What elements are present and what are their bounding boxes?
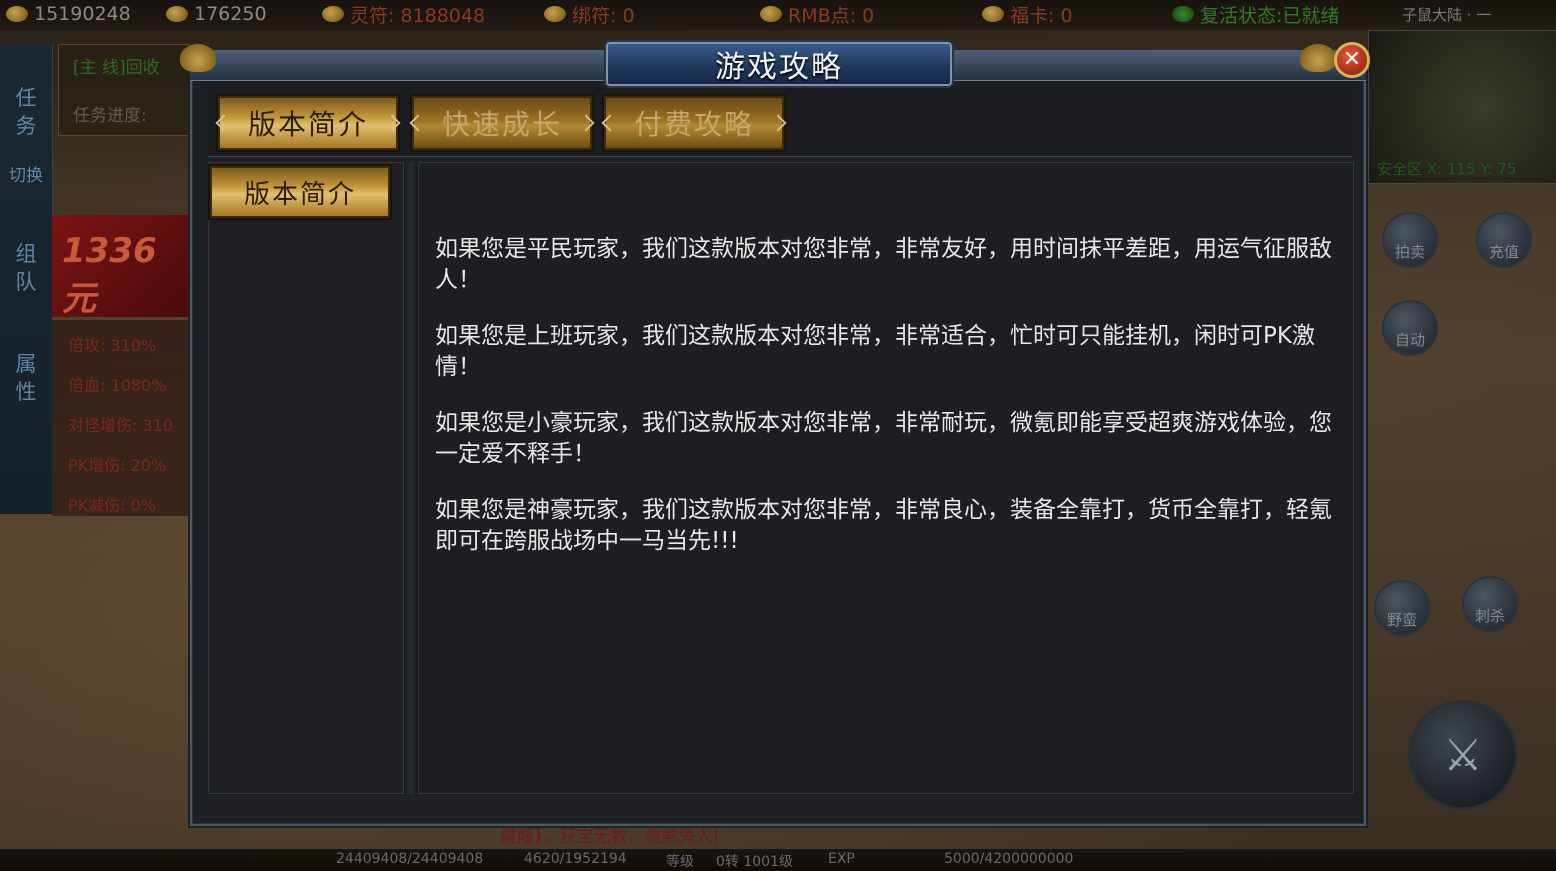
- hp-value: 24409408/24409408: [336, 851, 484, 867]
- side-menu: [208, 162, 404, 794]
- close-button[interactable]: ✕: [1334, 42, 1370, 78]
- auto-button[interactable]: 自动: [1382, 300, 1438, 356]
- lingfu-icon: [322, 6, 344, 22]
- corner-ornament-icon: [180, 44, 216, 72]
- fuka-icon: [982, 6, 1004, 22]
- side-item-version-intro[interactable]: 版本简介: [210, 166, 390, 218]
- ingot-icon: [166, 6, 188, 22]
- bottom-status-bar: 24409408/24409408 4620/1952194 等级 0转 100…: [0, 849, 1556, 871]
- auction-button[interactable]: 拍卖: [1382, 212, 1438, 268]
- quest-progress: 任务进度:: [73, 106, 147, 126]
- attr-line: PK减伤: 0%: [68, 496, 157, 515]
- attr-line: 对怪增伤: 310: [68, 416, 174, 435]
- level-label: 等级: [666, 854, 694, 870]
- zone-name: 子鼠大陆 · 一: [1402, 6, 1492, 24]
- minimap[interactable]: 安全区 X: 115 Y: 75: [1368, 30, 1556, 184]
- guide-paragraph: 如果您是小豪玩家，我们这款版本对您非常，非常耐玩，微氪即能享受超爽游戏体验，您一…: [435, 410, 1332, 467]
- quest-line: [主 线]回收: [73, 58, 160, 78]
- fuka-stat: 福卡: 0: [982, 2, 1073, 27]
- mp-value: 4620/1952194: [524, 851, 627, 867]
- barbarian-skill-button[interactable]: 野蛮: [1374, 580, 1430, 636]
- bound-fu-icon: [544, 6, 566, 22]
- left-nav: 任务 切换 组队 属性: [0, 44, 53, 514]
- gold-icon: [6, 6, 28, 22]
- ingot-stat: 176250: [166, 2, 267, 26]
- attr-line: PK增伤: 20%: [68, 456, 167, 475]
- promo-text: 1336元: [62, 231, 157, 319]
- lingfu-stat: 灵符: 8188048: [322, 2, 485, 27]
- quest-tab[interactable]: 任务: [6, 84, 46, 140]
- exp-value: 5000/4200000000: [944, 851, 1074, 867]
- level-value: 0转 1001级: [716, 854, 793, 870]
- dialog-title: 游戏攻略: [715, 50, 843, 85]
- quest-panel[interactable]: [主 线]回收 任务进度:: [58, 44, 190, 136]
- gold-stat: 15190248: [6, 2, 131, 26]
- map-coords: 安全区 X: 115 Y: 75: [1377, 160, 1517, 178]
- switch-button[interactable]: 切换: [6, 162, 46, 190]
- team-tab[interactable]: 组队: [6, 240, 46, 296]
- exp-label: EXP: [828, 851, 855, 867]
- tab-fast-growth[interactable]: 快速成长: [412, 96, 592, 150]
- revive-stat: 复活状态:已就绪: [1172, 2, 1339, 27]
- corner-ornament-icon: [1300, 44, 1336, 72]
- promo-banner[interactable]: 1336元: [52, 215, 188, 319]
- dialog-title-plate: 游戏攻略: [606, 42, 952, 86]
- sword-icon: ⚔: [1443, 729, 1483, 781]
- top-status-bar: 15190248 176250 灵符: 8188048 绑符: 0 RMB点: …: [0, 0, 1556, 30]
- guide-paragraph: 如果您是平民玩家，我们这款版本对您非常，非常友好，用时间抹平差距，用运气征服敌人…: [435, 236, 1332, 293]
- attr-line: 倍攻: 310%: [68, 336, 157, 355]
- tab-version-intro[interactable]: 版本简介: [218, 96, 398, 150]
- bound-fu-stat: 绑符: 0: [544, 2, 635, 27]
- attribute-panel: 倍攻: 310% 倍血: 1080% 对怪增伤: 310 PK增伤: 20% P…: [52, 320, 188, 516]
- guide-paragraph: 如果您是上班玩家，我们这款版本对您非常，非常适合，忙时可只能挂机，闲时可PK激情…: [435, 323, 1315, 380]
- panel-divider: [404, 162, 418, 794]
- attr-tab[interactable]: 属性: [6, 350, 46, 406]
- attack-button[interactable]: ⚔: [1408, 700, 1518, 810]
- revive-icon: [1172, 6, 1194, 22]
- rmb-icon: [760, 6, 782, 22]
- close-icon: ✕: [1342, 47, 1362, 72]
- assassinate-skill-button[interactable]: 刺杀: [1462, 576, 1518, 632]
- attr-line: 倍血: 1080%: [68, 376, 167, 395]
- tab-paid-guide[interactable]: 付费攻略: [604, 96, 784, 150]
- rmb-stat: RMB点: 0: [760, 2, 874, 27]
- recharge-button[interactable]: 充值: [1476, 212, 1532, 268]
- guide-paragraph: 如果您是神豪玩家，我们这款版本对您非常，非常良心，装备全靠打，货币全靠打，轻氪即…: [435, 497, 1332, 554]
